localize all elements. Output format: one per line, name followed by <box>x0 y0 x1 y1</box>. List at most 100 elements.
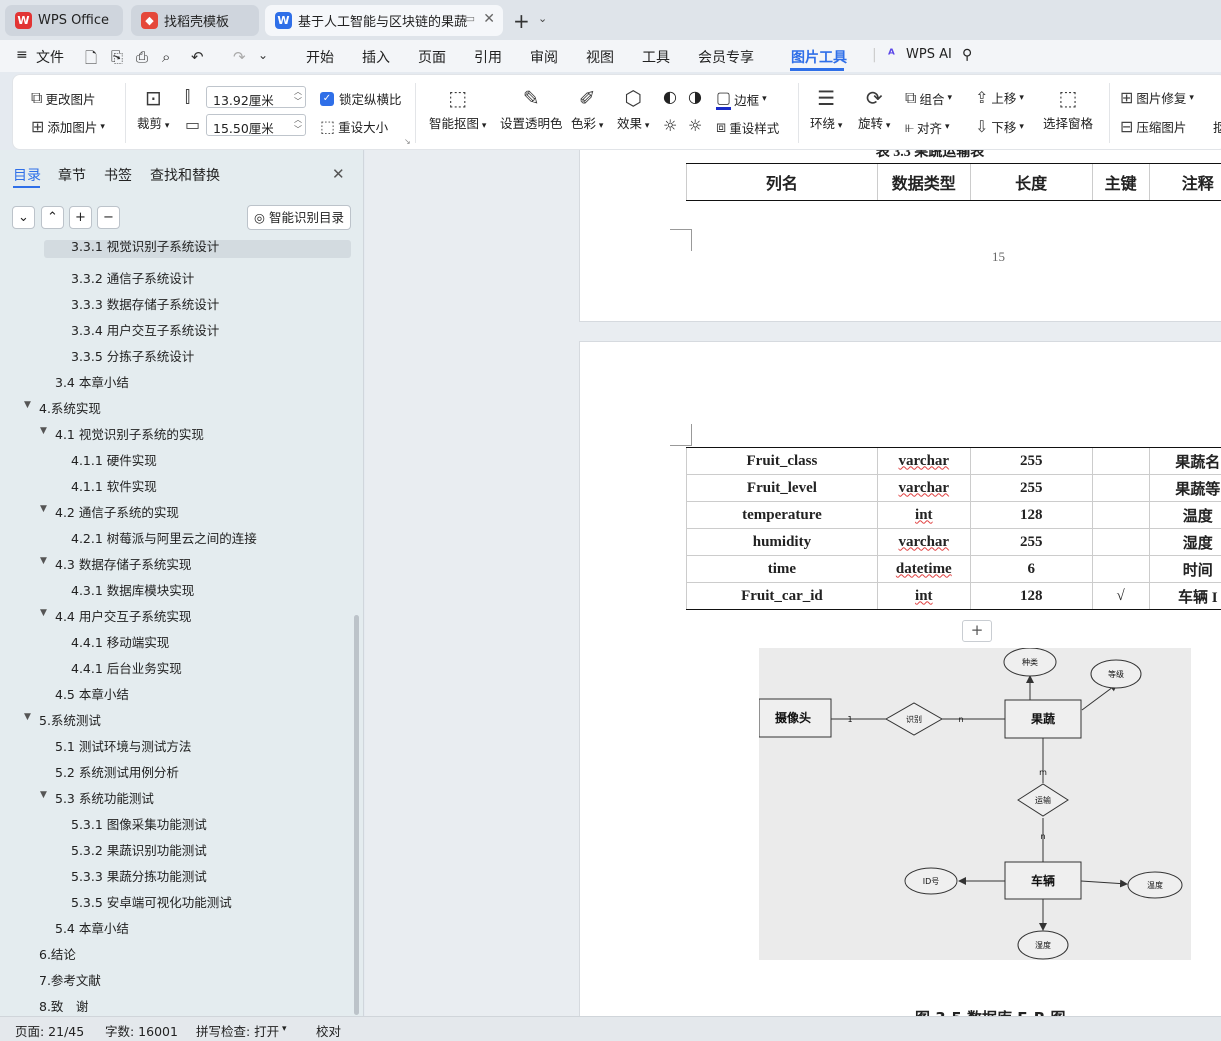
expand-triangle-icon[interactable]: ▼ <box>24 712 31 722</box>
more-chevron-icon[interactable]: ⌄ <box>258 48 268 62</box>
undo-icon[interactable]: ↶ <box>191 48 204 66</box>
table-cell[interactable]: time <box>686 555 878 583</box>
toc-item[interactable]: 3.3.5 分拣子系统设计 <box>71 346 194 365</box>
toc-item[interactable]: 4.1 视觉识别子系统的实现 <box>55 424 204 443</box>
menu-member[interactable]: 会员专享 <box>698 47 754 67</box>
chevron-down-icon[interactable]: ⌄ <box>538 12 547 25</box>
er-diagram-image[interactable]: 摄像头 识别 果蔬 种类 等级 运输 车辆 ID号 温度 湿度 1 n m n <box>758 647 1191 960</box>
menu-picture-tools[interactable]: 图片工具 <box>791 47 847 67</box>
align-button[interactable]: ⫦ 对齐 ▾ <box>905 117 950 137</box>
table-cell[interactable] <box>1091 474 1150 502</box>
bring-forward-button[interactable]: ⇪ 上移 ▾ <box>975 88 1024 107</box>
toc-item[interactable]: 4.3.1 数据库模块实现 <box>71 580 194 599</box>
toc-item[interactable]: 3.3.3 数据存储子系统设计 <box>71 294 219 313</box>
menu-view[interactable]: 视图 <box>586 47 614 67</box>
tab-wps-office[interactable]: W WPS Office <box>5 5 123 36</box>
hamburger-icon[interactable]: ≡ <box>16 47 28 63</box>
table-row[interactable]: temperature int 128 温度 <box>686 501 1221 529</box>
expand-triangle-icon[interactable]: ▼ <box>24 400 31 410</box>
table-cell[interactable] <box>1091 501 1150 529</box>
dialog-launcher-icon[interactable]: ↘ <box>404 137 411 146</box>
image-repair-button[interactable]: ⊞ 图片修复 ▾ <box>1120 88 1194 107</box>
word-count[interactable]: 字数: 16001 <box>105 1021 178 1040</box>
table-cell[interactable]: 128 <box>969 501 1093 529</box>
change-picture-button[interactable]: ⧉ 更改图片 <box>31 88 95 108</box>
tab-toc[interactable]: 目录 <box>13 165 41 185</box>
toc-item[interactable]: 4.2.1 树莓派与阿里云之间的连接 <box>71 528 257 547</box>
toc-item[interactable]: 8.致 谢 <box>39 996 88 1015</box>
chevron-down-icon[interactable]: ▾ <box>282 1024 287 1034</box>
brightness-down-icon[interactable]: ☼ <box>663 116 677 135</box>
table-cell[interactable]: varchar <box>876 447 971 475</box>
toc-item[interactable]: 4.系统实现 <box>39 398 101 417</box>
crop-button[interactable]: ⊡ 裁剪 ▾ <box>137 85 169 132</box>
menu-start[interactable]: 开始 <box>306 47 334 67</box>
print-icon[interactable]: ⎙ <box>136 48 148 66</box>
width-input[interactable]: 13.92厘米 ︿ ﹀ <box>206 86 306 108</box>
toc-item[interactable]: 5.3.5 安卓端可视化功能测试 <box>71 892 232 911</box>
table-cell[interactable]: 温度 <box>1148 501 1221 529</box>
toc-item[interactable]: 5.2 系统测试用例分析 <box>55 762 179 781</box>
table-header[interactable]: 列名 数据类型 长度 主键 注释 <box>686 163 1221 201</box>
more-ribbon-button[interactable]: 抠 <box>1213 117 1221 136</box>
table-cell[interactable]: temperature <box>686 501 878 529</box>
table-row[interactable]: Fruit_level varchar 255 果蔬等 <box>686 474 1221 502</box>
brightness-up-icon[interactable]: ◐ <box>663 87 677 106</box>
new-tab-icon[interactable]: + <box>513 9 530 33</box>
table-cell[interactable]: 时间 <box>1148 555 1221 583</box>
table-cell[interactable]: 果蔬名 <box>1148 447 1221 475</box>
menu-review[interactable]: 审阅 <box>530 47 558 67</box>
set-transparent-button[interactable]: ✎ 设置透明色 <box>500 85 563 132</box>
table-cell[interactable]: 6 <box>969 555 1093 583</box>
table-cell[interactable]: 255 <box>969 447 1093 475</box>
tab-docer-template[interactable]: ◆ 找稻壳模板 <box>131 5 259 36</box>
contrast-up-icon[interactable]: ◑ <box>688 87 702 106</box>
compress-picture-button[interactable]: ⊟ 压缩图片 <box>1120 117 1186 136</box>
table-cell[interactable]: 255 <box>969 474 1093 502</box>
add-row-button[interactable]: + <box>962 620 992 642</box>
height-input[interactable]: 15.50厘米 ︿ ﹀ <box>206 114 306 136</box>
redo-icon[interactable]: ↷ <box>233 48 246 66</box>
toc-item[interactable]: 4.3 数据存储子系统实现 <box>55 554 191 573</box>
toc-item[interactable]: 3.3.2 通信子系统设计 <box>71 268 194 287</box>
toc-item[interactable]: 4.4.1 后台业务实现 <box>71 658 182 677</box>
lock-aspect-checkbox[interactable]: ✓ 锁定纵横比 <box>320 89 402 108</box>
table-cell[interactable] <box>1091 528 1150 556</box>
send-backward-button[interactable]: ⇩ 下移 ▾ <box>975 117 1024 136</box>
sidebar-scrollbar[interactable] <box>354 615 359 1015</box>
expand-down-button[interactable]: ⌄ <box>12 206 35 229</box>
spell-check[interactable]: 拼写检查: 打开 <box>196 1021 279 1040</box>
table-cell[interactable]: humidity <box>686 528 878 556</box>
table-cell[interactable] <box>1091 447 1150 475</box>
table-cell[interactable]: 果蔬等 <box>1148 474 1221 502</box>
wrap-button[interactable]: ☰ 环绕 ▾ <box>810 85 842 132</box>
table-cell[interactable]: √ <box>1091 582 1150 610</box>
table-row[interactable]: Fruit_class varchar 255 果蔬名 <box>686 447 1221 475</box>
toc-item[interactable]: 5.3.1 图像采集功能测试 <box>71 814 207 833</box>
toc-item[interactable]: 3.3.4 用户交互子系统设计 <box>71 320 219 339</box>
toc-item[interactable]: 5.3 系统功能测试 <box>55 788 154 807</box>
tab-document[interactable]: W 基于人工智能与区块链的果蔬 ▭ ✕ <box>265 5 503 36</box>
fruit-transport-table[interactable]: Fruit_class varchar 255 果蔬名 Fruit_level varch… <box>686 447 1221 610</box>
menu-page[interactable]: 页面 <box>418 47 446 67</box>
close-tab-icon[interactable]: ✕ <box>483 11 495 27</box>
contrast-down-icon[interactable]: ☼ <box>688 116 702 135</box>
add-picture-button[interactable]: ⊞ 添加图片 ▾ <box>31 117 105 136</box>
expand-triangle-icon[interactable]: ▼ <box>40 790 47 800</box>
smart-cutout-button[interactable]: ⬚ 智能抠图 ▾ <box>429 85 486 132</box>
menu-tools[interactable]: 工具 <box>642 47 670 67</box>
menu-reference[interactable]: 引用 <box>474 47 502 67</box>
table-cell[interactable]: Fruit_car_id <box>686 582 878 610</box>
reset-style-button[interactable]: ⧈ 重设样式 <box>716 117 779 137</box>
toc-item[interactable]: 4.5 本章小结 <box>55 684 129 703</box>
tab-find-replace[interactable]: 查找和替换 <box>150 165 220 185</box>
table-cell[interactable]: Fruit_level <box>686 474 878 502</box>
toc-item[interactable]: 5.1 测试环境与测试方法 <box>55 736 191 755</box>
toc-item[interactable]: 5.4 本章小结 <box>55 918 129 937</box>
table-row[interactable]: Fruit_car_id int 128 √ 车辆 I <box>686 582 1221 610</box>
toc-item[interactable]: 4.2 通信子系统的实现 <box>55 502 179 521</box>
rotate-button[interactable]: ⟳ 旋转 ▾ <box>858 85 890 132</box>
toc-item[interactable]: 4.4 用户交互子系统实现 <box>55 606 191 625</box>
table-cell[interactable] <box>1091 555 1150 583</box>
selection-pane-button[interactable]: ⬚ 选择窗格 <box>1043 85 1093 132</box>
